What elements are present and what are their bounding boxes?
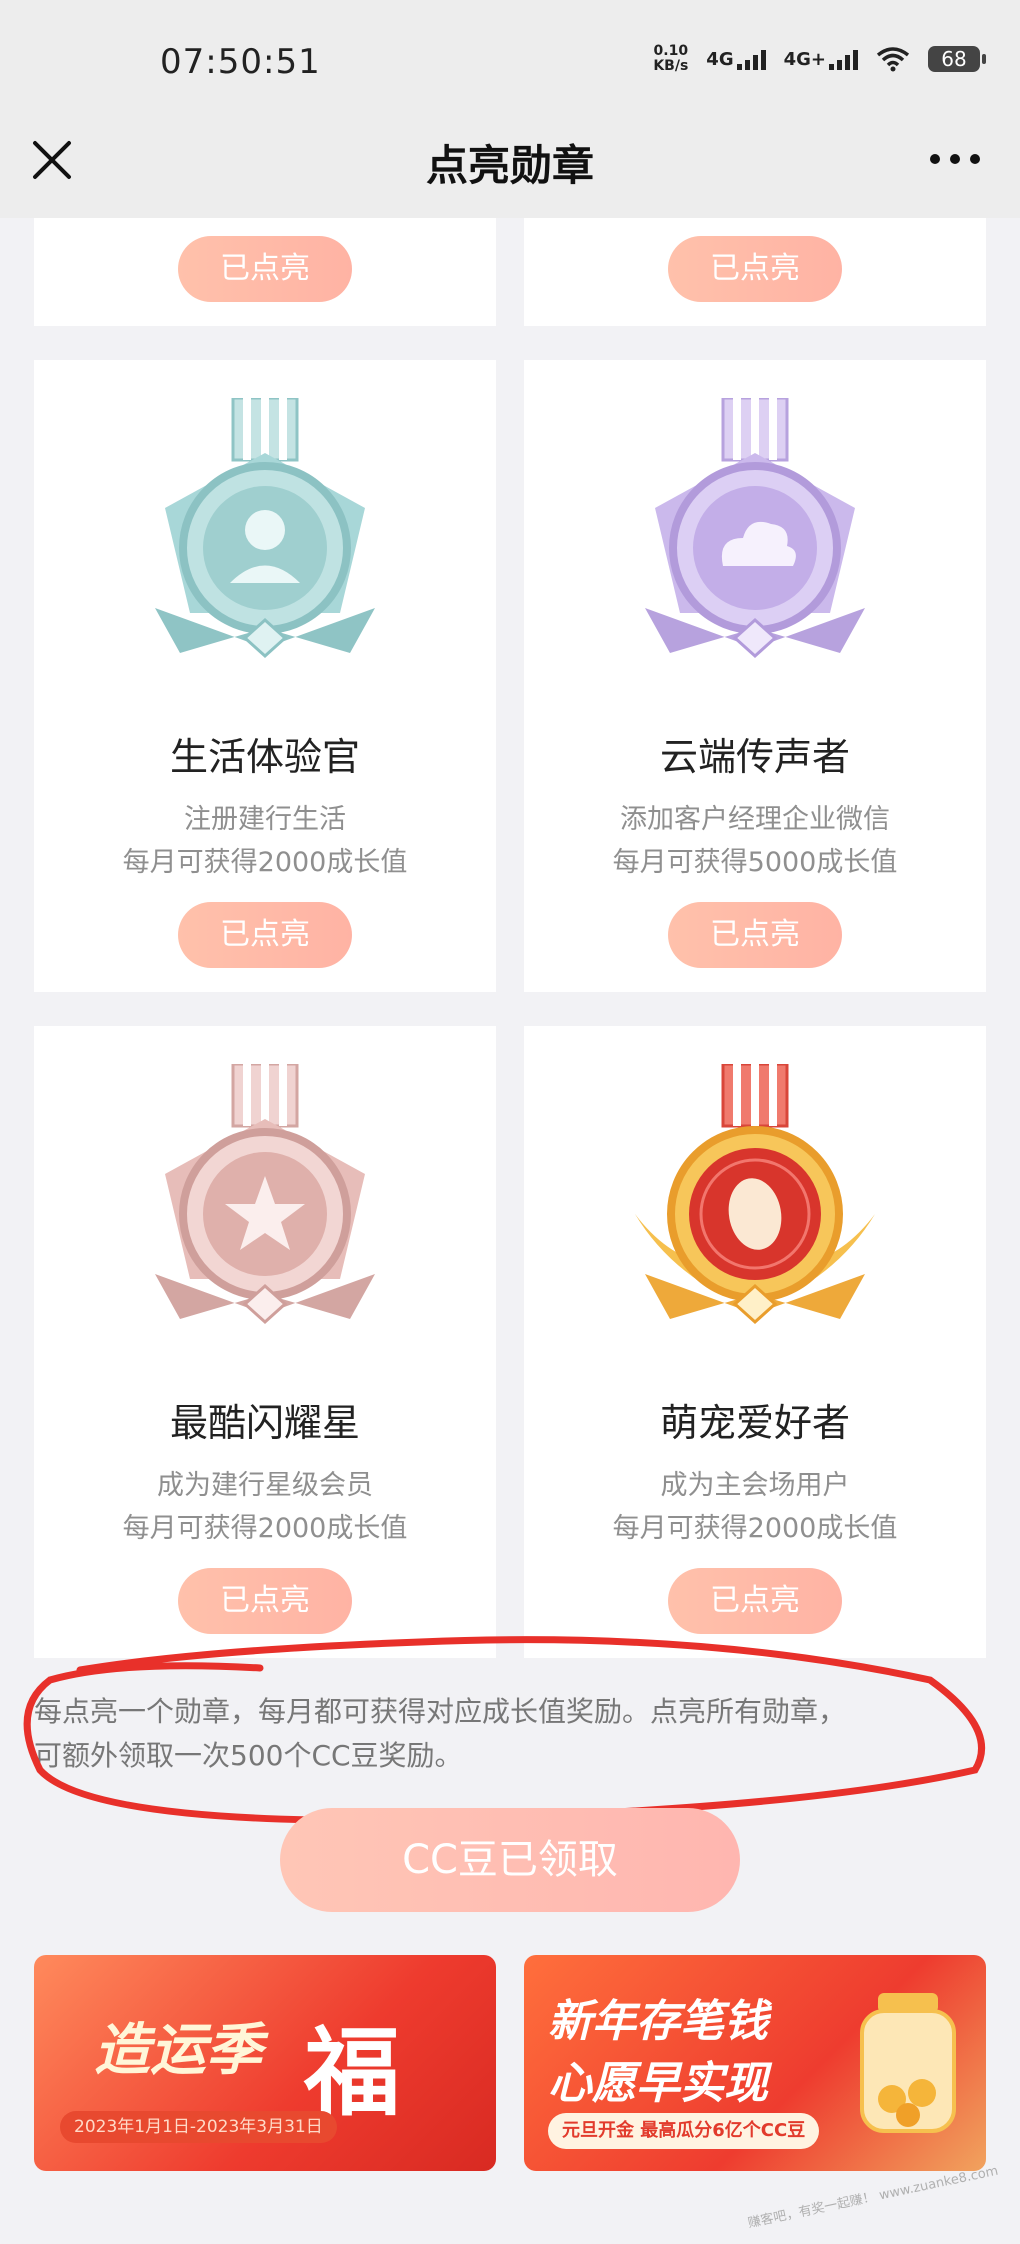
medal-desc-reward: 每月可获得2000成长值 (612, 1513, 898, 1544)
net-speed-value: 0.10 (653, 43, 689, 59)
footnote-line1: 每点亮一个勋章，每月都可获得对应成长值奖励。点亮所有勋章， (34, 1695, 847, 1728)
nav-bar: 点亮勋章 (0, 110, 1020, 218)
medal-desc-reward: 每月可获得5000成长值 (612, 847, 898, 878)
medal-cloud-icon (645, 398, 865, 659)
signal-1: 4G (706, 48, 766, 70)
medal-card-partial: 已点亮 (34, 218, 496, 326)
banner-headline-1: 新年存笔钱 (548, 1996, 768, 2047)
cc-bean-claimed-button[interactable]: CC豆已领取 (280, 1808, 740, 1912)
reward-footnote: 每点亮一个勋章，每月都可获得对应成长值奖励。点亮所有勋章， 可额外领取一次500… (34, 1690, 984, 1778)
signal-bars-icon (736, 48, 766, 70)
status-time: 07:50:51 (160, 42, 321, 82)
medal-card-coolest-star: 最酷闪耀星 成为建行星级会员 每月可获得2000成长值 已点亮 (34, 1026, 496, 1658)
medal-title: 生活体验官 (169, 735, 360, 779)
signal-2: 4G+ (784, 48, 858, 70)
signal-2-label: 4G+ (783, 49, 826, 70)
footnote-line2: 可额外领取一次500个CC豆奖励。 (34, 1739, 463, 1772)
medal-desc-condition: 成为主会场用户 (660, 1470, 850, 1501)
status-bar: 07:50:51 0.10 KB/s 4G 4G+ 68 (0, 0, 1020, 120)
battery-icon: 68 (928, 46, 986, 72)
medal-desc-condition: 注册建行生活 (184, 804, 346, 835)
status-indicators: 0.10 KB/s 4G 4G+ 68 (653, 44, 986, 74)
banner-lucky-season[interactable]: 造运季 福 2023年1月1日-2023年3月31日 (34, 1955, 496, 2171)
medal-desc-condition: 成为建行星级会员 (157, 1470, 373, 1501)
lit-button[interactable]: 已点亮 (178, 1568, 352, 1634)
medal-person-icon (155, 398, 375, 659)
medal-desc-reward: 每月可获得2000成长值 (122, 1513, 408, 1544)
medal-card-life-experience: 生活体验官 注册建行生活 每月可获得2000成长值 已点亮 (34, 360, 496, 992)
page-title: 点亮勋章 (425, 141, 594, 190)
more-options-icon[interactable] (930, 154, 980, 164)
medal-title: 最酷闪耀星 (169, 1401, 360, 1445)
banner-title: 造运季 (94, 2018, 262, 2083)
banner-subtitle: 元旦开金 最高瓜分6亿个CC豆 (548, 2113, 820, 2149)
medal-desc-reward: 每月可获得2000成长值 (122, 847, 408, 878)
medal-card-partial: 已点亮 (524, 218, 986, 326)
banner-date: 2023年1月1日-2023年3月31日 (60, 2111, 337, 2143)
wifi-icon (876, 47, 910, 72)
medal-star-icon (155, 1064, 375, 1325)
banner-headline-2: 心愿早实现 (548, 2058, 768, 2109)
net-speed-unit: KB/s (653, 58, 689, 74)
lit-button[interactable]: 已点亮 (178, 236, 352, 302)
medal-desc-condition: 添加客户经理企业微信 (620, 804, 890, 835)
signal-1-label: 4G (706, 49, 734, 70)
medal-title: 云端传声者 (659, 735, 850, 779)
lit-button[interactable]: 已点亮 (178, 902, 352, 968)
banner-new-year-savings[interactable]: 新年存笔钱 心愿早实现 元旦开金 最高瓜分6亿个CC豆 (524, 1955, 986, 2171)
lit-button[interactable]: 已点亮 (668, 236, 842, 302)
net-speed: 0.10 KB/s (653, 44, 688, 74)
medal-card-pet-lover: 萌宠爱好者 成为主会场用户 每月可获得2000成长值 已点亮 (524, 1026, 986, 1658)
medal-bean-icon (635, 1064, 875, 1325)
medal-card-cloud-voice: 云端传声者 添加客户经理企业微信 每月可获得5000成长值 已点亮 (524, 360, 986, 992)
medal-title: 萌宠爱好者 (659, 1401, 850, 1445)
signal-bars-icon (829, 48, 858, 70)
lit-button[interactable]: 已点亮 (668, 902, 842, 968)
lit-button[interactable]: 已点亮 (668, 1568, 842, 1634)
coin-jar-icon (860, 1993, 956, 2133)
